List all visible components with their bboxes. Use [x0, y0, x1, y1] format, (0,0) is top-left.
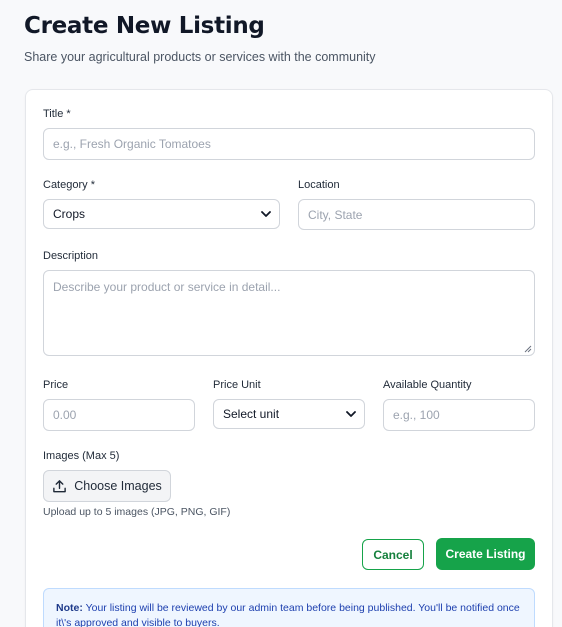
images-help-text: Upload up to 5 images (JPG, PNG, GIF)	[43, 506, 231, 518]
cancel-button[interactable]: Cancel	[362, 539, 424, 570]
upload-icon	[53, 479, 67, 492]
quantity-label: Available Quantity	[383, 379, 472, 391]
page-title: Create New Listing	[24, 13, 265, 39]
title-input[interactable]	[43, 128, 535, 160]
category-select[interactable]: Crops	[43, 199, 280, 229]
choose-images-label: Choose Images	[74, 479, 162, 493]
description-textarea[interactable]	[43, 270, 535, 356]
title-label: Title *	[43, 108, 71, 120]
category-label: Category *	[43, 179, 95, 191]
category-select-wrapper[interactable]: Crops	[43, 199, 280, 229]
review-note: Note: Your listing will be reviewed by o…	[43, 588, 535, 627]
price-unit-select-wrapper[interactable]: Select unit	[213, 399, 365, 429]
price-unit-select[interactable]: Select unit	[213, 399, 365, 429]
create-listing-button[interactable]: Create Listing	[436, 538, 535, 570]
images-label: Images (Max 5)	[43, 450, 120, 462]
price-input[interactable]	[43, 399, 195, 431]
page-subtitle: Share your agricultural products or serv…	[24, 50, 376, 64]
price-unit-label: Price Unit	[213, 379, 261, 391]
price-label: Price	[43, 379, 69, 391]
description-label: Description	[43, 250, 99, 262]
note-prefix: Note:	[56, 602, 83, 614]
resize-handle-icon[interactable]	[524, 345, 532, 353]
choose-images-button[interactable]: Choose Images	[43, 470, 171, 502]
quantity-input[interactable]	[383, 399, 535, 431]
location-input[interactable]	[298, 199, 535, 230]
note-text: Your listing will be reviewed by our adm…	[56, 602, 520, 627]
location-label: Location	[298, 179, 340, 191]
